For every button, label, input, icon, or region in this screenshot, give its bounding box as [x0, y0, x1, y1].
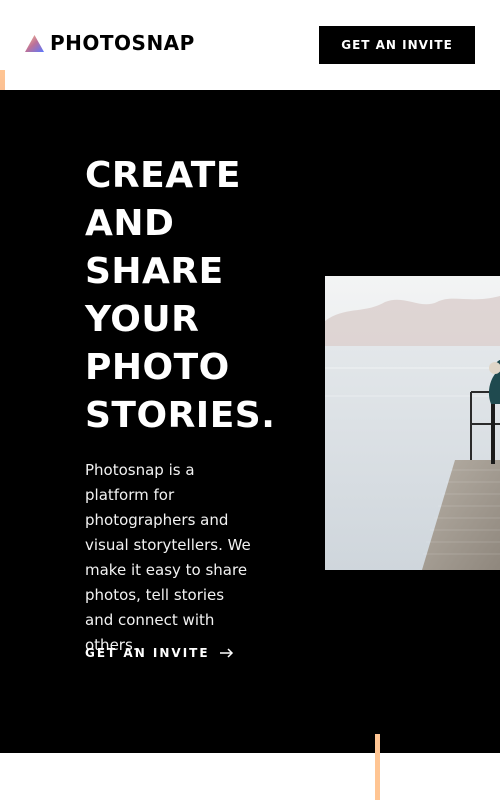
next-section-area [0, 753, 500, 800]
bottom-accent-bar [375, 734, 380, 800]
hero-get-invite-link[interactable]: GET AN INVITE [85, 646, 234, 660]
hero-link-label: GET AN INVITE [85, 646, 210, 660]
site-header: PHOTOSNAP GET AN INVITE [0, 0, 500, 90]
hero-description: Photosnap is a platform for photographer… [85, 461, 251, 654]
triangle-gradient-icon [25, 34, 44, 52]
get-invite-button[interactable]: GET AN INVITE [319, 26, 475, 64]
hero-title: CREATE AND SHARE YOUR PHOTO STORIES. [85, 155, 276, 436]
hero-image [325, 276, 500, 570]
logo-text: PHOTOSNAP [50, 31, 195, 55]
arrow-right-icon [219, 648, 233, 658]
logo-link[interactable]: PHOTOSNAP [25, 33, 195, 53]
hero-photo [325, 276, 500, 570]
